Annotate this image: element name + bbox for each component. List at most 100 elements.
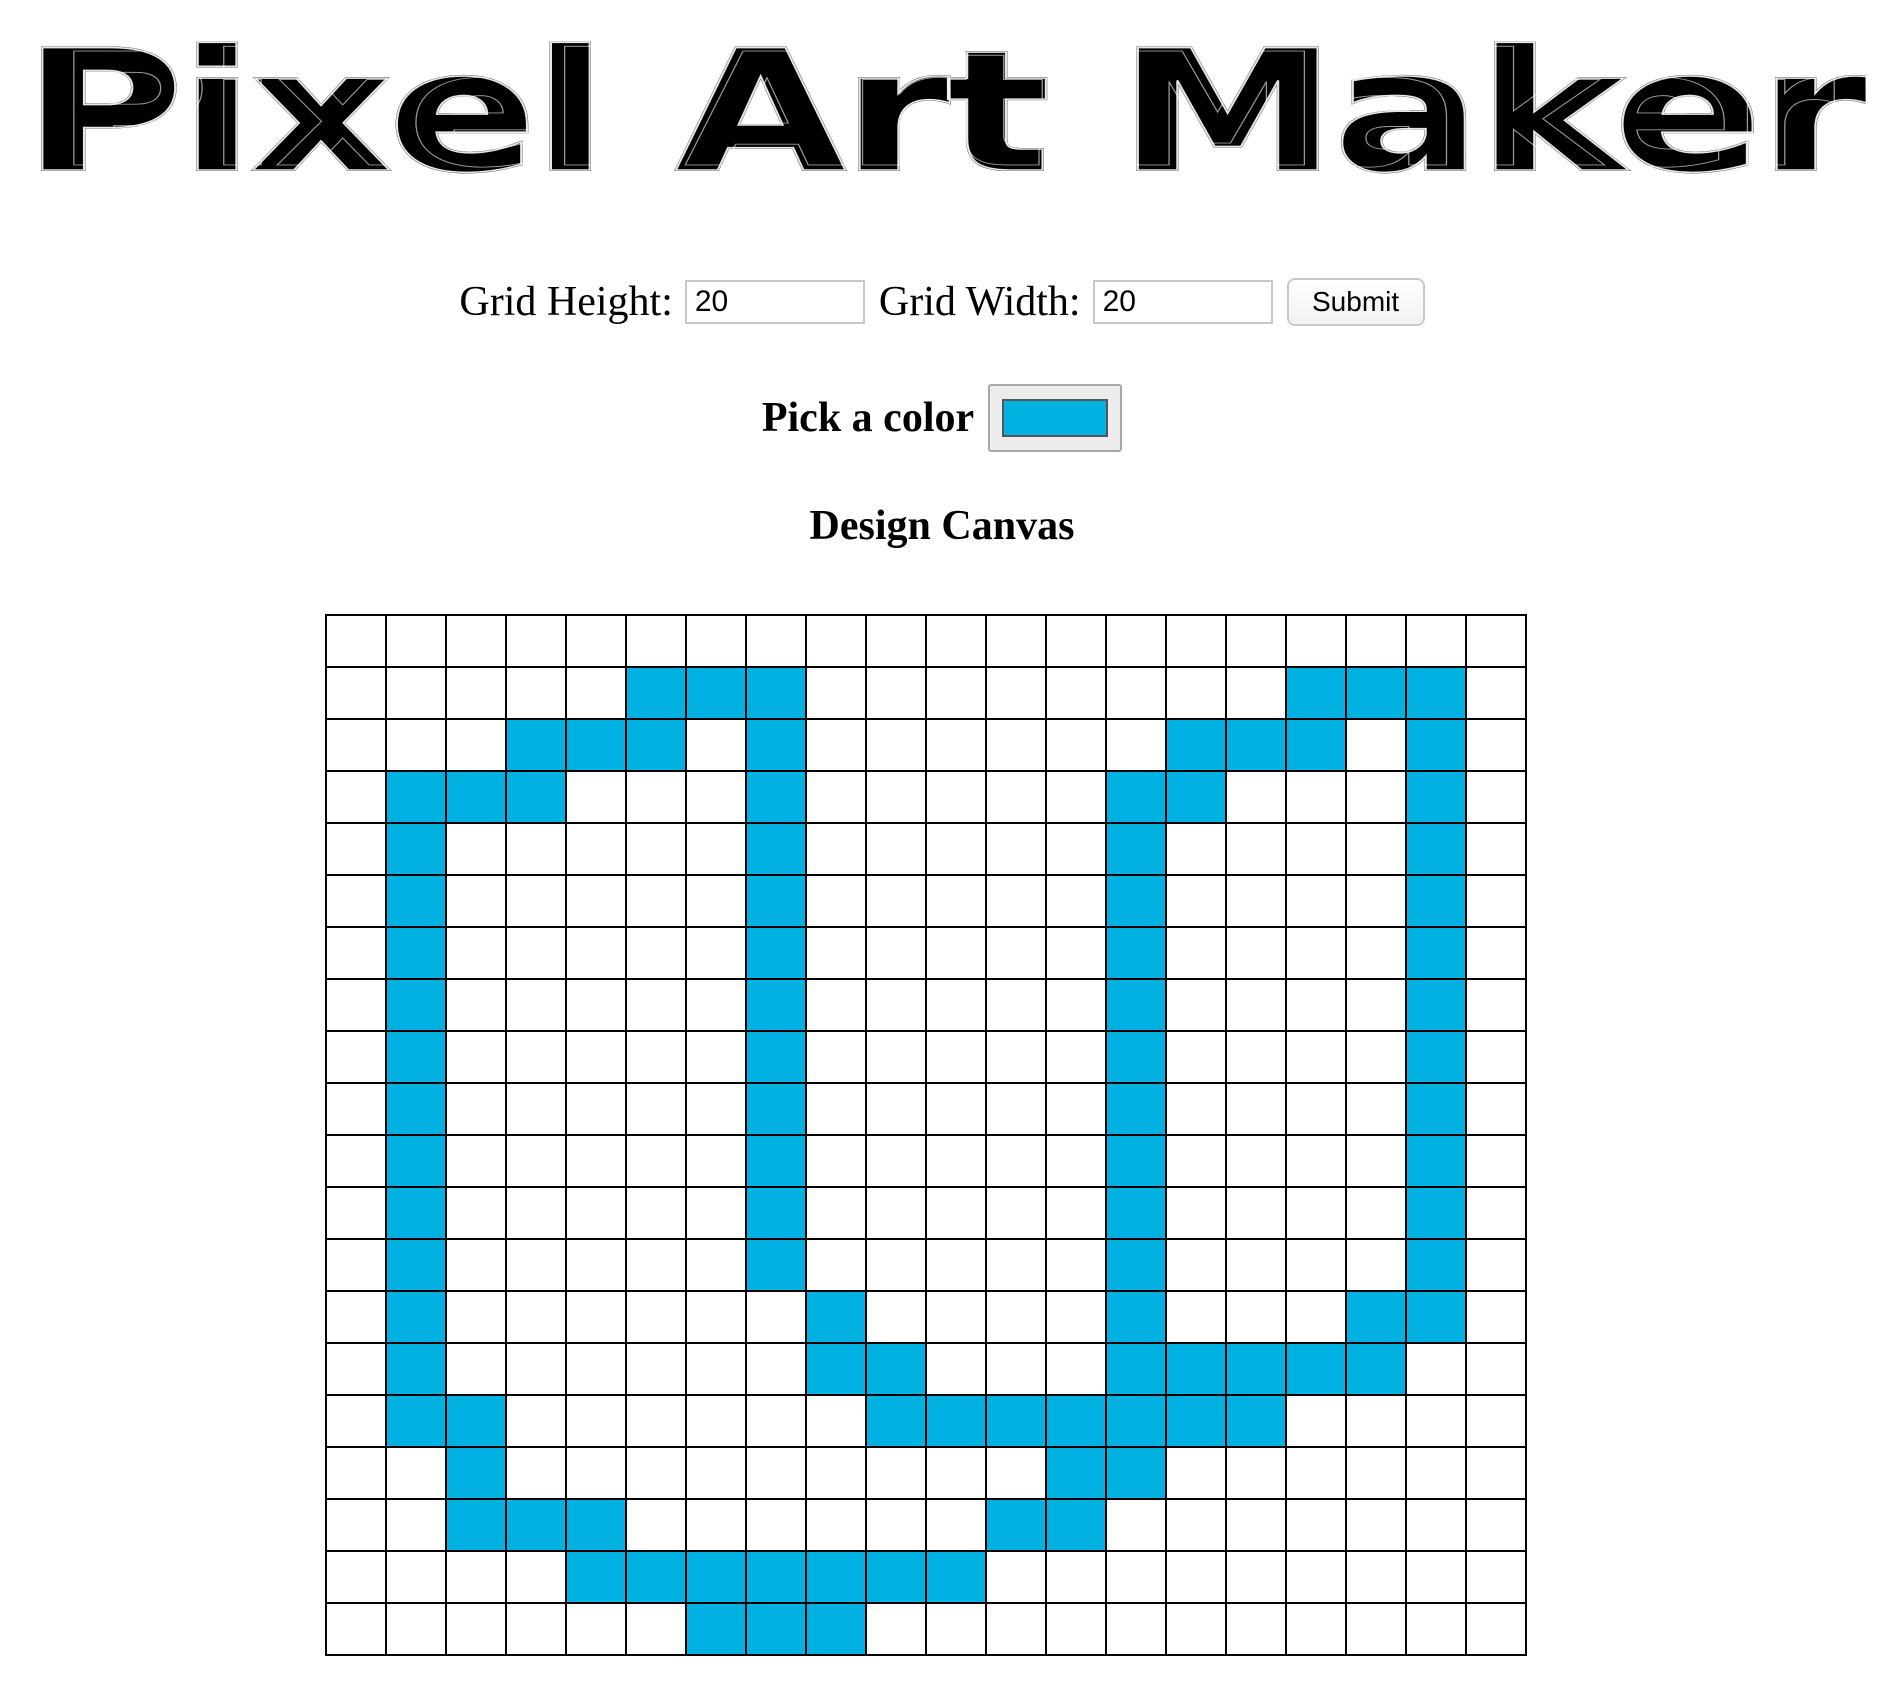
canvas-cell[interactable] xyxy=(865,1342,927,1396)
canvas-cell[interactable] xyxy=(805,1342,867,1396)
canvas-cell[interactable] xyxy=(745,1498,807,1552)
canvas-cell[interactable] xyxy=(1225,1446,1287,1500)
canvas-cell[interactable] xyxy=(985,1290,1047,1344)
canvas-cell[interactable] xyxy=(1165,666,1227,720)
canvas-cell[interactable] xyxy=(1045,978,1107,1032)
canvas-cell[interactable] xyxy=(1345,1550,1407,1604)
canvas-cell[interactable] xyxy=(745,1342,807,1396)
canvas-cell[interactable] xyxy=(625,718,687,772)
canvas-cell[interactable] xyxy=(1225,874,1287,928)
canvas-cell[interactable] xyxy=(805,770,867,824)
canvas-cell[interactable] xyxy=(1225,1186,1287,1240)
canvas-cell[interactable] xyxy=(1345,614,1407,668)
canvas-cell[interactable] xyxy=(1165,1394,1227,1448)
canvas-cell[interactable] xyxy=(1285,874,1347,928)
canvas-cell[interactable] xyxy=(685,614,747,668)
canvas-cell[interactable] xyxy=(685,666,747,720)
canvas-cell[interactable] xyxy=(1345,1290,1407,1344)
canvas-cell[interactable] xyxy=(805,1290,867,1344)
canvas-cell[interactable] xyxy=(925,1134,987,1188)
canvas-cell[interactable] xyxy=(805,614,867,668)
canvas-cell[interactable] xyxy=(505,1238,567,1292)
canvas-cell[interactable] xyxy=(625,770,687,824)
canvas-cell[interactable] xyxy=(1405,1030,1467,1084)
submit-button[interactable]: Submit xyxy=(1286,278,1425,326)
canvas-cell[interactable] xyxy=(445,1602,507,1656)
canvas-cell[interactable] xyxy=(445,1498,507,1552)
canvas-cell[interactable] xyxy=(325,1134,387,1188)
canvas-cell[interactable] xyxy=(685,1238,747,1292)
canvas-cell[interactable] xyxy=(1225,1030,1287,1084)
canvas-cell[interactable] xyxy=(445,1446,507,1500)
canvas-cell[interactable] xyxy=(1165,1082,1227,1136)
canvas-cell[interactable] xyxy=(505,1186,567,1240)
canvas-cell[interactable] xyxy=(1345,1342,1407,1396)
canvas-cell[interactable] xyxy=(1345,822,1407,876)
canvas-cell[interactable] xyxy=(865,978,927,1032)
canvas-cell[interactable] xyxy=(805,822,867,876)
canvas-cell[interactable] xyxy=(1285,978,1347,1032)
canvas-cell[interactable] xyxy=(1465,1342,1527,1396)
canvas-cell[interactable] xyxy=(1165,1290,1227,1344)
canvas-cell[interactable] xyxy=(1285,614,1347,668)
canvas-cell[interactable] xyxy=(385,1498,447,1552)
canvas-cell[interactable] xyxy=(445,1082,507,1136)
canvas-cell[interactable] xyxy=(325,614,387,668)
canvas-cell[interactable] xyxy=(1105,1134,1167,1188)
canvas-cell[interactable] xyxy=(865,874,927,928)
canvas-cell[interactable] xyxy=(1345,666,1407,720)
canvas-cell[interactable] xyxy=(1105,1186,1167,1240)
canvas-cell[interactable] xyxy=(1285,1394,1347,1448)
canvas-cell[interactable] xyxy=(685,770,747,824)
canvas-cell[interactable] xyxy=(1225,926,1287,980)
canvas-cell[interactable] xyxy=(565,1030,627,1084)
canvas-cell[interactable] xyxy=(625,1290,687,1344)
canvas-cell[interactable] xyxy=(1285,1550,1347,1604)
canvas-cell[interactable] xyxy=(505,614,567,668)
canvas-cell[interactable] xyxy=(325,1030,387,1084)
canvas-cell[interactable] xyxy=(925,666,987,720)
canvas-cell[interactable] xyxy=(745,822,807,876)
canvas-cell[interactable] xyxy=(1465,1134,1527,1188)
canvas-cell[interactable] xyxy=(1465,614,1527,668)
canvas-cell[interactable] xyxy=(385,874,447,928)
canvas-cell[interactable] xyxy=(805,1550,867,1604)
canvas-cell[interactable] xyxy=(1405,926,1467,980)
canvas-cell[interactable] xyxy=(805,718,867,772)
canvas-cell[interactable] xyxy=(1165,1498,1227,1552)
canvas-cell[interactable] xyxy=(985,1446,1047,1500)
canvas-cell[interactable] xyxy=(565,874,627,928)
canvas-cell[interactable] xyxy=(1165,874,1227,928)
canvas-cell[interactable] xyxy=(1405,978,1467,1032)
canvas-cell[interactable] xyxy=(1285,1498,1347,1552)
canvas-cell[interactable] xyxy=(925,614,987,668)
canvas-cell[interactable] xyxy=(1165,1602,1227,1656)
canvas-cell[interactable] xyxy=(745,718,807,772)
canvas-cell[interactable] xyxy=(925,770,987,824)
canvas-cell[interactable] xyxy=(325,822,387,876)
canvas-cell[interactable] xyxy=(865,1238,927,1292)
canvas-cell[interactable] xyxy=(1165,822,1227,876)
canvas-cell[interactable] xyxy=(565,1602,627,1656)
canvas-cell[interactable] xyxy=(1345,978,1407,1032)
canvas-cell[interactable] xyxy=(505,822,567,876)
canvas-cell[interactable] xyxy=(385,926,447,980)
canvas-cell[interactable] xyxy=(1345,1602,1407,1656)
canvas-cell[interactable] xyxy=(445,1342,507,1396)
canvas-cell[interactable] xyxy=(505,1082,567,1136)
canvas-cell[interactable] xyxy=(1405,614,1467,668)
canvas-cell[interactable] xyxy=(325,978,387,1032)
canvas-cell[interactable] xyxy=(745,874,807,928)
canvas-cell[interactable] xyxy=(445,978,507,1032)
canvas-cell[interactable] xyxy=(1285,1186,1347,1240)
canvas-cell[interactable] xyxy=(445,1186,507,1240)
canvas-cell[interactable] xyxy=(385,666,447,720)
canvas-cell[interactable] xyxy=(385,1186,447,1240)
canvas-cell[interactable] xyxy=(1225,666,1287,720)
canvas-cell[interactable] xyxy=(865,718,927,772)
canvas-cell[interactable] xyxy=(1045,1290,1107,1344)
canvas-cell[interactable] xyxy=(565,1238,627,1292)
canvas-cell[interactable] xyxy=(805,666,867,720)
canvas-cell[interactable] xyxy=(1405,1446,1467,1500)
canvas-cell[interactable] xyxy=(565,1446,627,1500)
